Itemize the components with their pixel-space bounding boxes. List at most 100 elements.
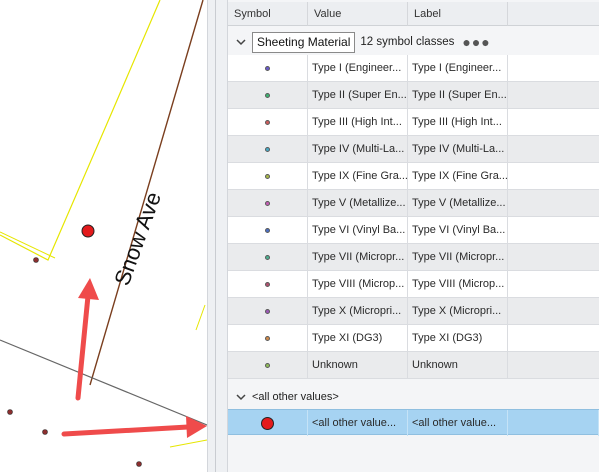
value-cell[interactable]: Type IV (Multi-La...	[308, 136, 408, 162]
symbol-cell[interactable]	[228, 109, 308, 135]
other-values-row[interactable]: <all other value... <all other value...	[228, 409, 599, 436]
value-cell[interactable]: Type II (Super En...	[308, 82, 408, 108]
sign-point[interactable]	[7, 409, 13, 415]
point-symbol-icon[interactable]	[265, 335, 270, 341]
symbol-class-row[interactable]: Type VI (Vinyl Ba... Type VI (Vinyl Ba...	[228, 217, 599, 244]
row-filler	[508, 163, 599, 189]
point-symbol-icon[interactable]	[265, 146, 270, 152]
point-symbol-icon[interactable]	[265, 281, 270, 287]
row-filler	[508, 55, 599, 81]
symbol-class-row[interactable]: Type IX (Fine Gra... Type IX (Fine Gra...	[228, 163, 599, 190]
value-cell[interactable]: Type VIII (Microp...	[308, 271, 408, 297]
row-filler	[508, 271, 599, 297]
symbol-cell[interactable]	[228, 352, 308, 378]
label-cell[interactable]: Type XI (DG3)	[408, 325, 508, 351]
point-symbol-icon[interactable]	[265, 173, 270, 179]
column-header-label[interactable]: Label	[408, 2, 508, 26]
label-cell[interactable]: Type VIII (Microp...	[408, 271, 508, 297]
map-canvas[interactable]: Snow Ave	[0, 0, 207, 472]
field-group-row: Sheeting Material 12 symbol classes ●●●	[228, 28, 599, 56]
symbol-cell[interactable]	[228, 55, 308, 81]
point-symbol-icon[interactable]	[265, 308, 270, 314]
symbol-class-row[interactable]: Unknown Unknown	[228, 352, 599, 379]
point-symbol-icon[interactable]	[265, 254, 270, 260]
other-values-symbol[interactable]	[228, 410, 308, 436]
value-cell[interactable]: Type V (Metallize...	[308, 190, 408, 216]
chevron-down-icon[interactable]	[234, 390, 248, 404]
value-cell[interactable]: Type I (Engineer...	[308, 55, 408, 81]
label-cell[interactable]: Type X (Micropri...	[408, 298, 508, 324]
label-cell[interactable]: Type VI (Vinyl Ba...	[408, 217, 508, 243]
point-symbol-icon[interactable]	[265, 92, 270, 98]
symbol-class-row[interactable]: Type VII (Micropr... Type VII (Micropr...	[228, 244, 599, 271]
symbol-class-row[interactable]: Type IV (Multi-La... Type IV (Multi-La...	[228, 136, 599, 163]
point-symbol-icon[interactable]	[265, 362, 270, 368]
symbol-cell[interactable]	[228, 298, 308, 324]
sign-point[interactable]	[33, 257, 39, 263]
sign-point[interactable]	[136, 461, 142, 467]
column-header-filler	[508, 2, 599, 26]
symbol-cell[interactable]	[228, 325, 308, 351]
row-filler	[508, 217, 599, 243]
more-options-icon[interactable]: ●●●	[462, 35, 490, 49]
other-values-value[interactable]: <all other value...	[308, 410, 408, 436]
value-cell[interactable]: Type X (Micropri...	[308, 298, 408, 324]
value-cell[interactable]: Type VII (Micropr...	[308, 244, 408, 270]
annotation-arrow-right	[61, 416, 207, 438]
symbol-cell[interactable]	[228, 244, 308, 270]
row-filler	[508, 410, 599, 436]
point-symbol-icon[interactable]	[265, 200, 270, 206]
symbol-class-row[interactable]: Type VIII (Microp... Type VIII (Microp...	[228, 271, 599, 298]
symbol-cell[interactable]	[228, 163, 308, 189]
splitter-grip[interactable]	[215, 0, 216, 472]
symbol-cell[interactable]	[228, 82, 308, 108]
label-cell[interactable]: Type IV (Multi-La...	[408, 136, 508, 162]
other-values-label[interactable]: <all other value...	[408, 410, 508, 436]
column-header-value[interactable]: Value	[308, 2, 408, 26]
pane-splitter[interactable]	[207, 0, 228, 472]
label-cell[interactable]: Type VII (Micropr...	[408, 244, 508, 270]
label-cell[interactable]: Type II (Super En...	[408, 82, 508, 108]
field-name-button[interactable]: Sheeting Material	[252, 31, 356, 53]
symbol-class-list: Type I (Engineer... Type I (Engineer... Ty…	[228, 55, 599, 379]
label-cell[interactable]: Type V (Metallize...	[408, 190, 508, 216]
point-symbol-icon[interactable]	[265, 119, 270, 125]
value-cell[interactable]: Type XI (DG3)	[308, 325, 408, 351]
row-filler	[508, 298, 599, 324]
chevron-down-icon[interactable]	[234, 35, 248, 49]
symbol-class-row[interactable]: Type V (Metallize... Type V (Metallize...	[228, 190, 599, 217]
symbol-class-count: 12 symbol classes	[360, 36, 455, 48]
symbol-class-row[interactable]: Type XI (DG3) Type XI (DG3)	[228, 325, 599, 352]
row-filler	[508, 136, 599, 162]
column-header-symbol[interactable]: Symbol	[228, 2, 308, 26]
symbol-class-row[interactable]: Type I (Engineer... Type I (Engineer...	[228, 55, 599, 82]
label-cell[interactable]: Type I (Engineer...	[408, 55, 508, 81]
symbol-class-row[interactable]: Type III (High Int... Type III (High Int.…	[228, 109, 599, 136]
symbol-class-row[interactable]: Type II (Super En... Type II (Super En...	[228, 82, 599, 109]
red-point-symbol-icon[interactable]	[261, 416, 274, 430]
other-values-group-label: <all other values>	[252, 391, 339, 403]
value-cell[interactable]: Type III (High Int...	[308, 109, 408, 135]
row-filler	[508, 82, 599, 108]
point-symbol-icon[interactable]	[265, 65, 270, 71]
map-view[interactable]: Snow Ave	[0, 0, 207, 472]
other-values-group-row: <all other values>	[228, 386, 599, 408]
parcel-boundary	[195, 304, 206, 331]
symbol-class-row[interactable]: Type X (Micropri... Type X (Micropri...	[228, 298, 599, 325]
selected-sign-point[interactable]	[81, 224, 95, 238]
symbol-cell[interactable]	[228, 271, 308, 297]
label-cell[interactable]: Type IX (Fine Gra...	[408, 163, 508, 189]
road-line	[0, 339, 207, 426]
symbology-panel: Symbol Value Label Sheeting Material 12 …	[228, 0, 599, 472]
point-symbol-icon[interactable]	[265, 227, 270, 233]
row-filler	[508, 244, 599, 270]
symbol-cell[interactable]	[228, 190, 308, 216]
value-cell[interactable]: Type VI (Vinyl Ba...	[308, 217, 408, 243]
label-cell[interactable]: Type III (High Int...	[408, 109, 508, 135]
label-cell[interactable]: Unknown	[408, 352, 508, 378]
symbol-cell[interactable]	[228, 217, 308, 243]
sign-point[interactable]	[42, 429, 48, 435]
value-cell[interactable]: Type IX (Fine Gra...	[308, 163, 408, 189]
value-cell[interactable]: Unknown	[308, 352, 408, 378]
symbol-cell[interactable]	[228, 136, 308, 162]
